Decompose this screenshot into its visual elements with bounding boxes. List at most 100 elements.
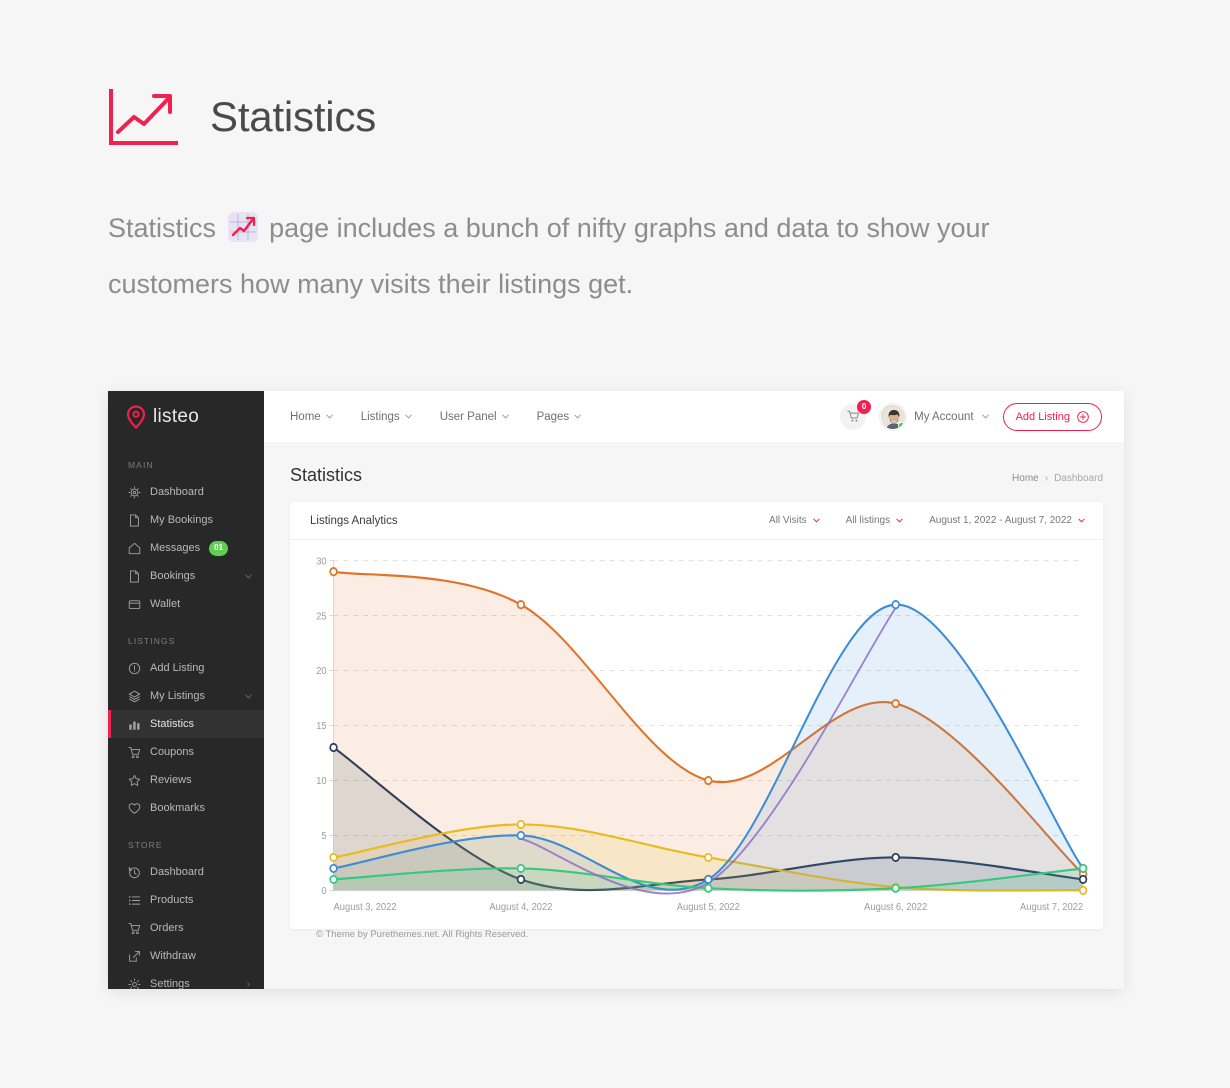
add-listing-button[interactable]: Add Listing — [1002, 402, 1102, 431]
breadcrumb-home[interactable]: Home — [1012, 473, 1039, 484]
chart-x-tick-label: August 6, 2022 — [864, 902, 927, 913]
sidebar-section-title: MAIN — [128, 460, 154, 470]
chart-container: 0 5 10 15 20 25 30 August 3, 2022 August 4, 2022… — [290, 540, 1103, 929]
sidebar-item-bookings[interactable]: Bookings — [108, 562, 264, 590]
chart-x-tick-label: August 7, 2022 — [1020, 902, 1083, 913]
sidebar-item-messages[interactable]: Messages 01 — [108, 534, 264, 562]
chart-data-point[interactable] — [891, 883, 900, 893]
sidebar-item-badge: 01 — [209, 540, 229, 556]
sidebar-item-dashboard[interactable]: Dashboard — [108, 478, 264, 506]
chart-data-point[interactable] — [704, 775, 713, 786]
cart-icon — [128, 922, 141, 934]
filter-visits[interactable]: All Visits — [769, 515, 820, 526]
chart-data-point[interactable] — [516, 819, 526, 830]
brand-name: listeo — [153, 405, 200, 427]
sidebar-item-my-listings[interactable]: My Listings — [108, 682, 264, 710]
cart-button[interactable]: 0 — [840, 399, 872, 430]
breadcrumb-current: Dashboard — [1054, 473, 1103, 484]
content-page-title: Statistics — [290, 465, 363, 485]
sidebar-item-label: Wallet — [150, 598, 181, 610]
dashboard-icon — [128, 486, 141, 498]
sidebar-item-label: Bookmarks — [150, 802, 206, 814]
filter-label: All listings — [845, 515, 891, 526]
layers-icon — [128, 690, 141, 702]
listings-analytics-chart[interactable]: 0 5 10 15 20 25 30 August 3, 2022 August 4, 2022… — [300, 552, 1089, 925]
chart-data-point[interactable] — [516, 600, 526, 610]
chevron-down-icon — [1078, 518, 1085, 523]
chevron-right-icon — [247, 981, 250, 987]
chart-data-point[interactable] — [516, 830, 526, 841]
sidebar-item-label: Settings — [150, 978, 190, 989]
sidebar-item-withdraw[interactable]: Withdraw — [108, 942, 264, 970]
sidebar-item-label: Add Listing — [150, 662, 205, 674]
breadcrumb-separator: › — [1044, 473, 1049, 484]
sidebar-item-label: My Listings — [150, 690, 206, 702]
chart-data-point[interactable] — [329, 874, 338, 885]
heart-icon — [128, 802, 141, 814]
brand-logo[interactable]: listeo — [108, 391, 264, 442]
chart-data-point[interactable] — [1078, 874, 1088, 885]
chart-data-point[interactable] — [891, 852, 900, 863]
chart-data-point[interactable] — [516, 874, 526, 885]
topnav-item-user-panel[interactable]: User Panel — [440, 411, 509, 423]
page-title: Statistics — [210, 93, 377, 140]
chart-data-point[interactable] — [329, 863, 338, 874]
sidebar-item-label: Reviews — [150, 774, 192, 786]
sidebar-item-reviews[interactable]: Reviews — [108, 766, 264, 794]
sidebar-item-label: Withdraw — [150, 950, 196, 962]
chart-growth-icon — [109, 89, 178, 145]
avatar — [880, 403, 907, 430]
filter-label: All Visits — [769, 515, 807, 526]
sidebar-item-add-listing[interactable]: Add Listing — [108, 654, 264, 682]
sidebar-item-products[interactable]: Products — [108, 886, 264, 914]
filter-listings[interactable]: All listings — [846, 515, 903, 526]
chevron-down-icon — [812, 518, 820, 523]
sidebar-section-title: STORE — [128, 840, 163, 850]
chart-data-point[interactable] — [329, 852, 338, 863]
topbar-right: 0 My Account Add Listing — [840, 399, 1102, 431]
chart-data-point[interactable] — [891, 600, 900, 610]
sidebar-item-coupons[interactable]: Coupons — [108, 738, 264, 766]
chart-data-point[interactable] — [329, 742, 338, 753]
external-link-icon — [129, 950, 140, 962]
chart-data-point[interactable] — [704, 852, 713, 863]
bookmark-icon — [129, 570, 139, 582]
sidebar-nav: MAIN Dashboard My Bookings Messages 01 Bookin… — [108, 442, 264, 989]
topnav-item-pages[interactable]: Pages — [537, 411, 582, 423]
promo-title-row: Statistics — [108, 86, 1230, 148]
list-icon — [128, 895, 141, 905]
account-menu[interactable]: My Account — [880, 403, 989, 430]
topnav-item-listings[interactable]: Listings — [361, 411, 412, 423]
chart-data-point[interactable] — [329, 567, 338, 577]
footer-text: © Theme by Purethemes.net. All Rights Re… — [316, 929, 529, 940]
chart-y-tick-label: 0 — [321, 886, 327, 897]
filter-label: August 1, 2022 - August 7, 2022 — [929, 515, 1072, 526]
sidebar-item-orders[interactable]: Orders — [108, 914, 264, 942]
sidebar-item-dashboard[interactable]: Dashboard — [108, 858, 264, 886]
chart-data-point[interactable] — [516, 863, 526, 874]
sidebar-item-label: Orders — [150, 922, 184, 934]
chart-data-point[interactable] — [1078, 863, 1088, 874]
chart-data-point[interactable] — [891, 698, 900, 709]
promo-description: Statistics page includes a bunch of nift… — [108, 200, 1068, 312]
chart-y-tick-label: 5 — [321, 831, 327, 842]
chart-data-point[interactable] — [704, 883, 713, 893]
sidebar-item-bookmarks[interactable]: Bookmarks — [108, 794, 264, 822]
chart-data-point[interactable] — [1078, 885, 1088, 895]
plus-circle-icon — [1077, 410, 1089, 423]
chevron-down-icon — [981, 414, 989, 419]
chart-data-point[interactable] — [704, 874, 713, 885]
account-label: My Account — [914, 410, 974, 423]
sidebar-item-my-bookings[interactable]: My Bookings — [108, 506, 264, 534]
sidebar-item-wallet[interactable]: Wallet — [108, 590, 264, 618]
topnav-item-home[interactable]: Home — [290, 411, 333, 423]
sidebar-item-statistics[interactable]: Statistics — [108, 710, 264, 738]
sidebar-item-settings[interactable]: Settings — [108, 970, 264, 989]
filter-date-range[interactable]: August 1, 2022 - August 7, 2022 — [929, 515, 1085, 526]
plus-circle-icon — [128, 662, 141, 674]
analytics-filters: All Visits All listings August 1, 2022 - A… — [769, 515, 1085, 526]
home-icon — [128, 542, 141, 554]
sidebar-item-label: Dashboard — [150, 866, 204, 878]
clock-icon — [128, 866, 140, 878]
sidebar: listeo MAIN Dashboard My Bookings Messages 0… — [108, 391, 264, 989]
